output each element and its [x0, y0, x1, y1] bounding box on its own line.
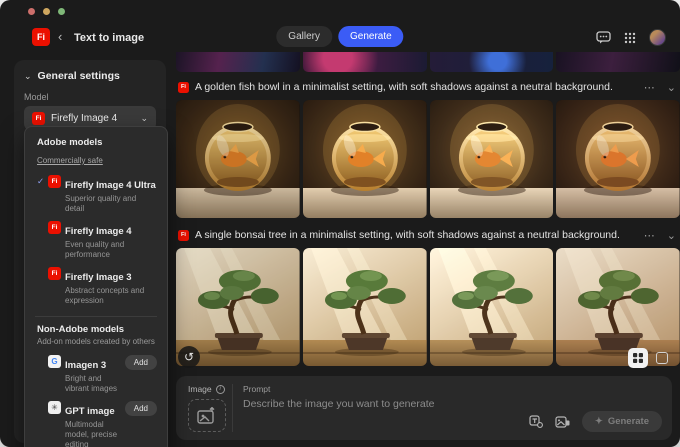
image-label: Image: [188, 384, 212, 394]
feedback-icon[interactable]: [596, 31, 611, 44]
firefly-model-icon: Fi: [48, 267, 61, 280]
model-dropdown-menu: Adobe models Commercially safe ✓ Fi Fire…: [24, 126, 168, 447]
add-gpt-image-button[interactable]: Add: [124, 401, 157, 416]
apps-grid-icon[interactable]: [624, 32, 636, 44]
model-description: Abstract concepts and expression: [65, 286, 145, 305]
reference-media-icon[interactable]: [555, 415, 570, 428]
menu-item-firefly-image-3[interactable]: Fi Firefly Image 3 Abstract concepts and…: [33, 264, 159, 310]
menu-item-imagen-3[interactable]: G Imagen 3 Bright and vibrant images Add: [33, 352, 159, 398]
generation-feed: Fi A golden fish bowl in a minimalist se…: [176, 52, 680, 447]
prompt-input[interactable]: [243, 398, 537, 410]
generated-image[interactable]: [176, 52, 300, 72]
collapse-row-icon[interactable]: ⌄: [667, 229, 676, 242]
firefly-model-badge: Fi: [178, 81, 189, 93]
chevron-down-icon: ⌄: [140, 112, 148, 123]
generated-image-goldfish[interactable]: [302, 100, 427, 218]
model-description: Even quality and performance: [65, 240, 125, 259]
history-icon: ↺: [183, 350, 195, 364]
view-toggle: [628, 348, 668, 368]
firefly-model-icon: Fi: [32, 111, 45, 125]
generated-image[interactable]: [429, 52, 554, 72]
prompt-label: Prompt: [243, 384, 271, 394]
single-view-button[interactable]: [656, 352, 668, 364]
prompt-bar: Image i Prompt Describe the image you wa…: [176, 376, 672, 440]
openai-gpt-icon: ✳: [48, 401, 61, 414]
firefly-logo[interactable]: Fi: [32, 28, 50, 46]
text-settings-icon[interactable]: [529, 415, 543, 428]
page-title: Text to image: [74, 32, 145, 44]
window-controls[interactable]: [28, 8, 65, 15]
commercially-safe-link[interactable]: Commercially safe: [37, 156, 103, 165]
model-label: Model: [24, 92, 49, 102]
model-name: Imagen 3: [65, 360, 107, 371]
tab-gallery[interactable]: Gallery: [276, 26, 332, 47]
firefly-model-icon: Fi: [48, 221, 61, 234]
menu-item-firefly-image-4-ultra[interactable]: ✓ Fi Firefly Image 4 Ultra Superior qual…: [33, 172, 159, 218]
model-select-value: Firefly Image 4: [51, 112, 118, 124]
model-description: Multimodal model, precise editing: [65, 420, 118, 447]
model-name: GPT image: [65, 406, 115, 417]
tab-generate[interactable]: Generate: [337, 26, 404, 47]
generated-image-goldfish[interactable]: [556, 100, 680, 218]
google-imagen-icon: G: [48, 355, 61, 368]
grid-view-button[interactable]: [628, 348, 648, 368]
goldfish-image-row: [176, 100, 680, 218]
info-icon[interactable]: i: [215, 384, 225, 394]
general-settings-header[interactable]: ⌄ General settings: [24, 70, 156, 82]
add-imagen-button[interactable]: Add: [124, 355, 157, 370]
chevron-down-icon: ⌄: [24, 70, 32, 81]
generated-image-bonsai[interactable]: [302, 248, 427, 366]
generated-image-goldfish[interactable]: [429, 100, 554, 218]
settings-sidebar: ⌄ General settings Model Fi Firefly Imag…: [14, 60, 168, 447]
menu-item-gpt-image[interactable]: ✳ GPT image Multimodal model, precise ed…: [33, 398, 159, 447]
app-header: Fi ‹ Text to image Gallery Generate: [0, 24, 680, 54]
zoom-window-button[interactable]: [58, 8, 65, 15]
model-name: Firefly Image 3: [65, 272, 132, 283]
menu-item-firefly-image-4[interactable]: Fi Firefly Image 4 Even quality and perf…: [33, 218, 159, 264]
user-avatar[interactable]: [649, 29, 666, 46]
minimize-window-button[interactable]: [43, 8, 50, 15]
non-adobe-models-header: Non-Adobe models: [37, 324, 125, 335]
generate-button[interactable]: ✦ Generate: [581, 411, 662, 432]
grid-view-icon: [633, 353, 643, 363]
generated-image[interactable]: [556, 52, 680, 72]
model-description: Superior quality and detail: [65, 194, 137, 213]
non-adobe-models-subtitle: Add-on models created by others: [37, 337, 155, 346]
feed-prompt-text: A golden fish bowl in a minimalist setti…: [195, 81, 613, 93]
sparkle-icon: ✦: [594, 416, 603, 427]
generated-image-bonsai[interactable]: [429, 248, 554, 366]
close-window-button[interactable]: [28, 8, 35, 15]
generated-image-goldfish[interactable]: [176, 100, 300, 218]
feed-prompt-text: A single bonsai tree in a minimalist set…: [195, 229, 620, 241]
image-upload-dropzone[interactable]: [188, 399, 226, 432]
bonsai-image-row: [176, 248, 680, 366]
generate-button-label: Generate: [607, 416, 649, 427]
previous-generation-row: [176, 52, 680, 72]
menu-divider: [35, 316, 157, 317]
more-options-icon[interactable]: ⋯: [644, 81, 655, 94]
feed-row-header: Fi A golden fish bowl in a minimalist se…: [176, 76, 680, 98]
generated-image[interactable]: [302, 52, 427, 72]
general-settings-label: General settings: [37, 70, 120, 82]
feed-row-header: Fi A single bonsai tree in a minimalist …: [176, 224, 680, 246]
firefly-model-badge: Fi: [178, 229, 189, 241]
check-icon: ✓: [37, 176, 45, 186]
firefly-app-window: Fi ‹ Text to image Gallery Generate ⌄ Ge…: [0, 0, 680, 447]
model-name: Firefly Image 4: [65, 226, 132, 237]
model-description: Bright and vibrant images: [65, 374, 118, 393]
firefly-model-icon: Fi: [48, 175, 61, 188]
collapse-row-icon[interactable]: ⌄: [667, 81, 676, 94]
adobe-models-header: Adobe models: [37, 137, 103, 148]
back-chevron-icon[interactable]: ‹: [58, 30, 62, 44]
more-options-icon[interactable]: ⋯: [644, 229, 655, 242]
model-name: Firefly Image 4 Ultra: [65, 180, 156, 191]
header-tabs: Gallery Generate: [276, 26, 404, 47]
history-button[interactable]: ↺: [178, 346, 200, 368]
